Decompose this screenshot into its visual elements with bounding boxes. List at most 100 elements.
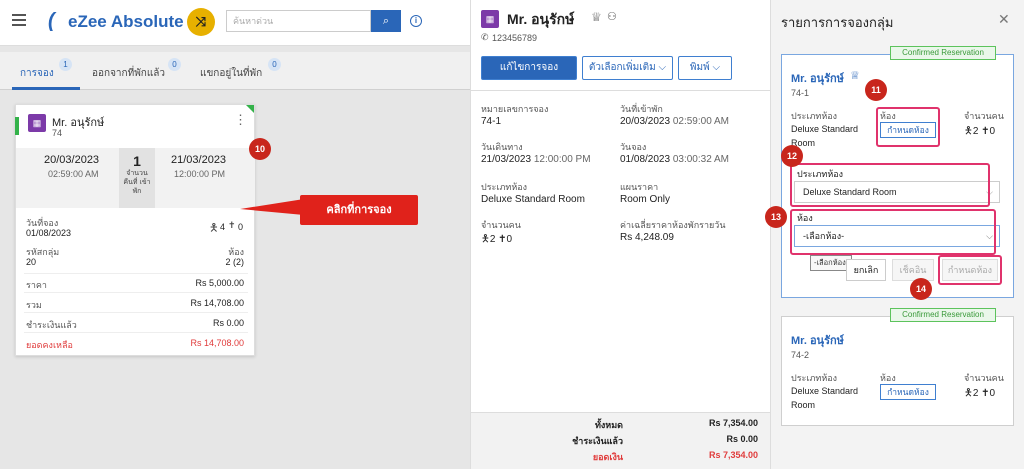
departure-time: 12:00:00 PM [174,169,226,179]
cancel-button[interactable]: ยกเลิก [846,259,886,281]
r2-reservation-no: 74-2 [791,350,810,360]
group-reservations-panel: รายการการจองกลุ่ม ✕ Confirmed Reservatio… [765,0,1024,469]
building-icon: ▦ [28,114,46,132]
paid-label: ชำระเงินแล้ว [26,320,77,330]
r2-roomtype-label: ประเภทห้อง [791,373,838,383]
booking-date: 01/08/2023 [26,228,72,238]
r1-guest-name[interactable]: Mr. อนุรักษ์ [791,69,844,87]
r1-pax: 🯅2 ✝0 [964,126,996,137]
phone-icon: ✆ [481,32,489,42]
phone-number: 123456789 [492,33,538,43]
tabs-bar: การจอง 1 ออกจากที่พักแล้ว 0 แขกอยู่ในที่… [0,52,470,90]
checkin-label: วันที่เข้าพัก [620,104,663,114]
search-input[interactable]: ค้นหาด่วน [226,10,371,32]
print-button[interactable]: พิมพ์ ⌵ [678,56,732,80]
shuffle-icon[interactable]: ⤨ [187,8,215,36]
r2-room-label: ห้อง [880,373,896,383]
checkin-date: 20/03/2023 02:59:00 AM [620,116,729,127]
sum-paid-label: ชำระเงินแล้ว [572,436,623,446]
departure-date: 21/03/2023 [171,154,227,166]
reservation-no: 74-1 [481,116,502,127]
child-icon: ✝ [498,234,507,245]
sum-balance: Rs 7,354.00 [708,450,758,460]
status-strip [15,117,19,135]
child-icon: ✝ [981,126,990,137]
r1-roomtype: Deluxe Standard Room [791,124,859,148]
nights-label: จำนวน คืนที่ เข้าพัก [123,170,151,195]
rate-value: Rs 5,000.00 [195,278,244,288]
sum-balance-label: ยอดเงิน [592,452,623,462]
card-room-number: 74 [52,128,63,138]
r1-reservation-no: 74-1 [791,88,810,98]
checkin-button[interactable]: เช็คอิน [892,259,934,281]
reservation-card[interactable]: ▦ Mr. อนุรักษ์ 74 ⋮ 20/03/2023 02:59:00 … [15,104,255,356]
avg-value: Rs 4,248.09 [620,232,674,243]
group-reservation-card-1: Confirmed Reservation Mr. อนุรักษ์ ♕ 74-… [781,46,1014,298]
close-icon[interactable]: ✕ [998,11,1010,28]
total-label: รวม [26,300,42,310]
chevron-down-icon: ⌵ [658,62,667,73]
hamburger-menu-icon[interactable] [12,14,26,26]
child-icon: ✝ [228,220,236,230]
total-value: Rs 14,708.00 [190,298,244,308]
r2-roomtype: Deluxe Standard Room [791,386,859,410]
tab-in-house-count: 0 [268,58,281,71]
adult-icon: 🯅 [964,388,973,399]
divider [24,292,248,293]
top-bar: ( eZee Absolute ⤨ ค้นหาด่วน ⌕ i [0,0,470,46]
roomtype: Deluxe Standard Room [481,194,585,205]
sum-total-label: ทั้งหมด [594,420,623,430]
tab-checked-out[interactable]: ออกจากที่พักแล้ว [92,66,165,81]
vip-icon: ♕ [850,70,860,82]
divider [24,273,248,274]
sum-total: Rs 7,354.00 [708,418,758,428]
r2-assign-room-button[interactable]: กำหนดห้อง [880,384,936,400]
card-adults: 4 [220,222,226,232]
reservation-no-label: หมายเลขการจอง [481,104,549,114]
step-marker-11: 11 [865,79,887,101]
vip-icon: ♕ [591,10,602,24]
pax-value: 🯅2 ✝0 [481,234,513,245]
r1-pax-label: จำนวนคน [964,111,1004,121]
step-marker-10: 10 [249,138,271,160]
status-badge: Confirmed Reservation [890,46,996,60]
balance-value: Rs 14,708.00 [190,338,244,348]
group-reservation-card-2: Confirmed Reservation Mr. อนุรักษ์ 74-2 … [781,308,1014,426]
edit-reservation-button[interactable]: แก้ไขการจอง [481,56,577,80]
card-menu-icon[interactable]: ⋮ [234,113,247,126]
step-marker-12: 12 [781,145,803,167]
depart-date: 21/03/2023 12:00:00 PM [481,154,591,165]
plan-label: แผนราคา [620,182,659,192]
rooms-value: 2 (2) [225,257,244,267]
more-options-button[interactable]: ตัวเลือกเพิ่มเติม ⌵ [582,56,673,80]
adult-icon: 🯅 [209,222,219,234]
tab-reservations-count: 1 [59,58,72,71]
guest-profile-icon[interactable]: ⚇ [607,10,617,23]
tab-in-house[interactable]: แขกอยู่ในที่พัก [200,66,262,81]
avg-label: ค่าเฉลี่ยราคาห้องพักรายวัน [620,220,726,230]
highlight-assign-room [876,107,940,147]
divider [24,332,248,333]
click-callout: คลิกที่การจอง [300,195,418,225]
search-button[interactable]: ⌕ [371,10,401,32]
r2-pax: 🯅2 ✝0 [964,388,996,399]
tab-checked-out-count: 0 [168,58,181,71]
panel-title: รายการการจองกลุ่ม [781,15,894,30]
tab-reservations[interactable]: การจอง [20,66,54,81]
tab-active-underline [12,87,80,90]
divider [24,312,248,313]
arrival-date: 20/03/2023 [44,154,100,166]
detail-guest-name: Mr. อนุรักษ์ [507,11,575,27]
sum-paid: Rs 0.00 [726,434,758,444]
pax-label: จำนวนคน [481,220,521,230]
info-icon[interactable]: i [410,15,422,27]
adult-icon: 🯅 [481,234,490,245]
depart-label: วันเดินทาง [481,142,523,152]
corner-flag-icon [246,105,254,113]
divider [471,90,771,91]
child-icon: ✝ [981,388,990,399]
r2-guest-name[interactable]: Mr. อนุรักษ์ [791,331,844,349]
reservation-detail-panel: ▦ Mr. อนุรักษ์ ♕ ⚇ ✆ 123456789 แก้ไขการจ… [470,0,771,469]
step-marker-13: 13 [765,206,787,228]
r2-pax-label: จำนวนคน [964,373,1004,383]
